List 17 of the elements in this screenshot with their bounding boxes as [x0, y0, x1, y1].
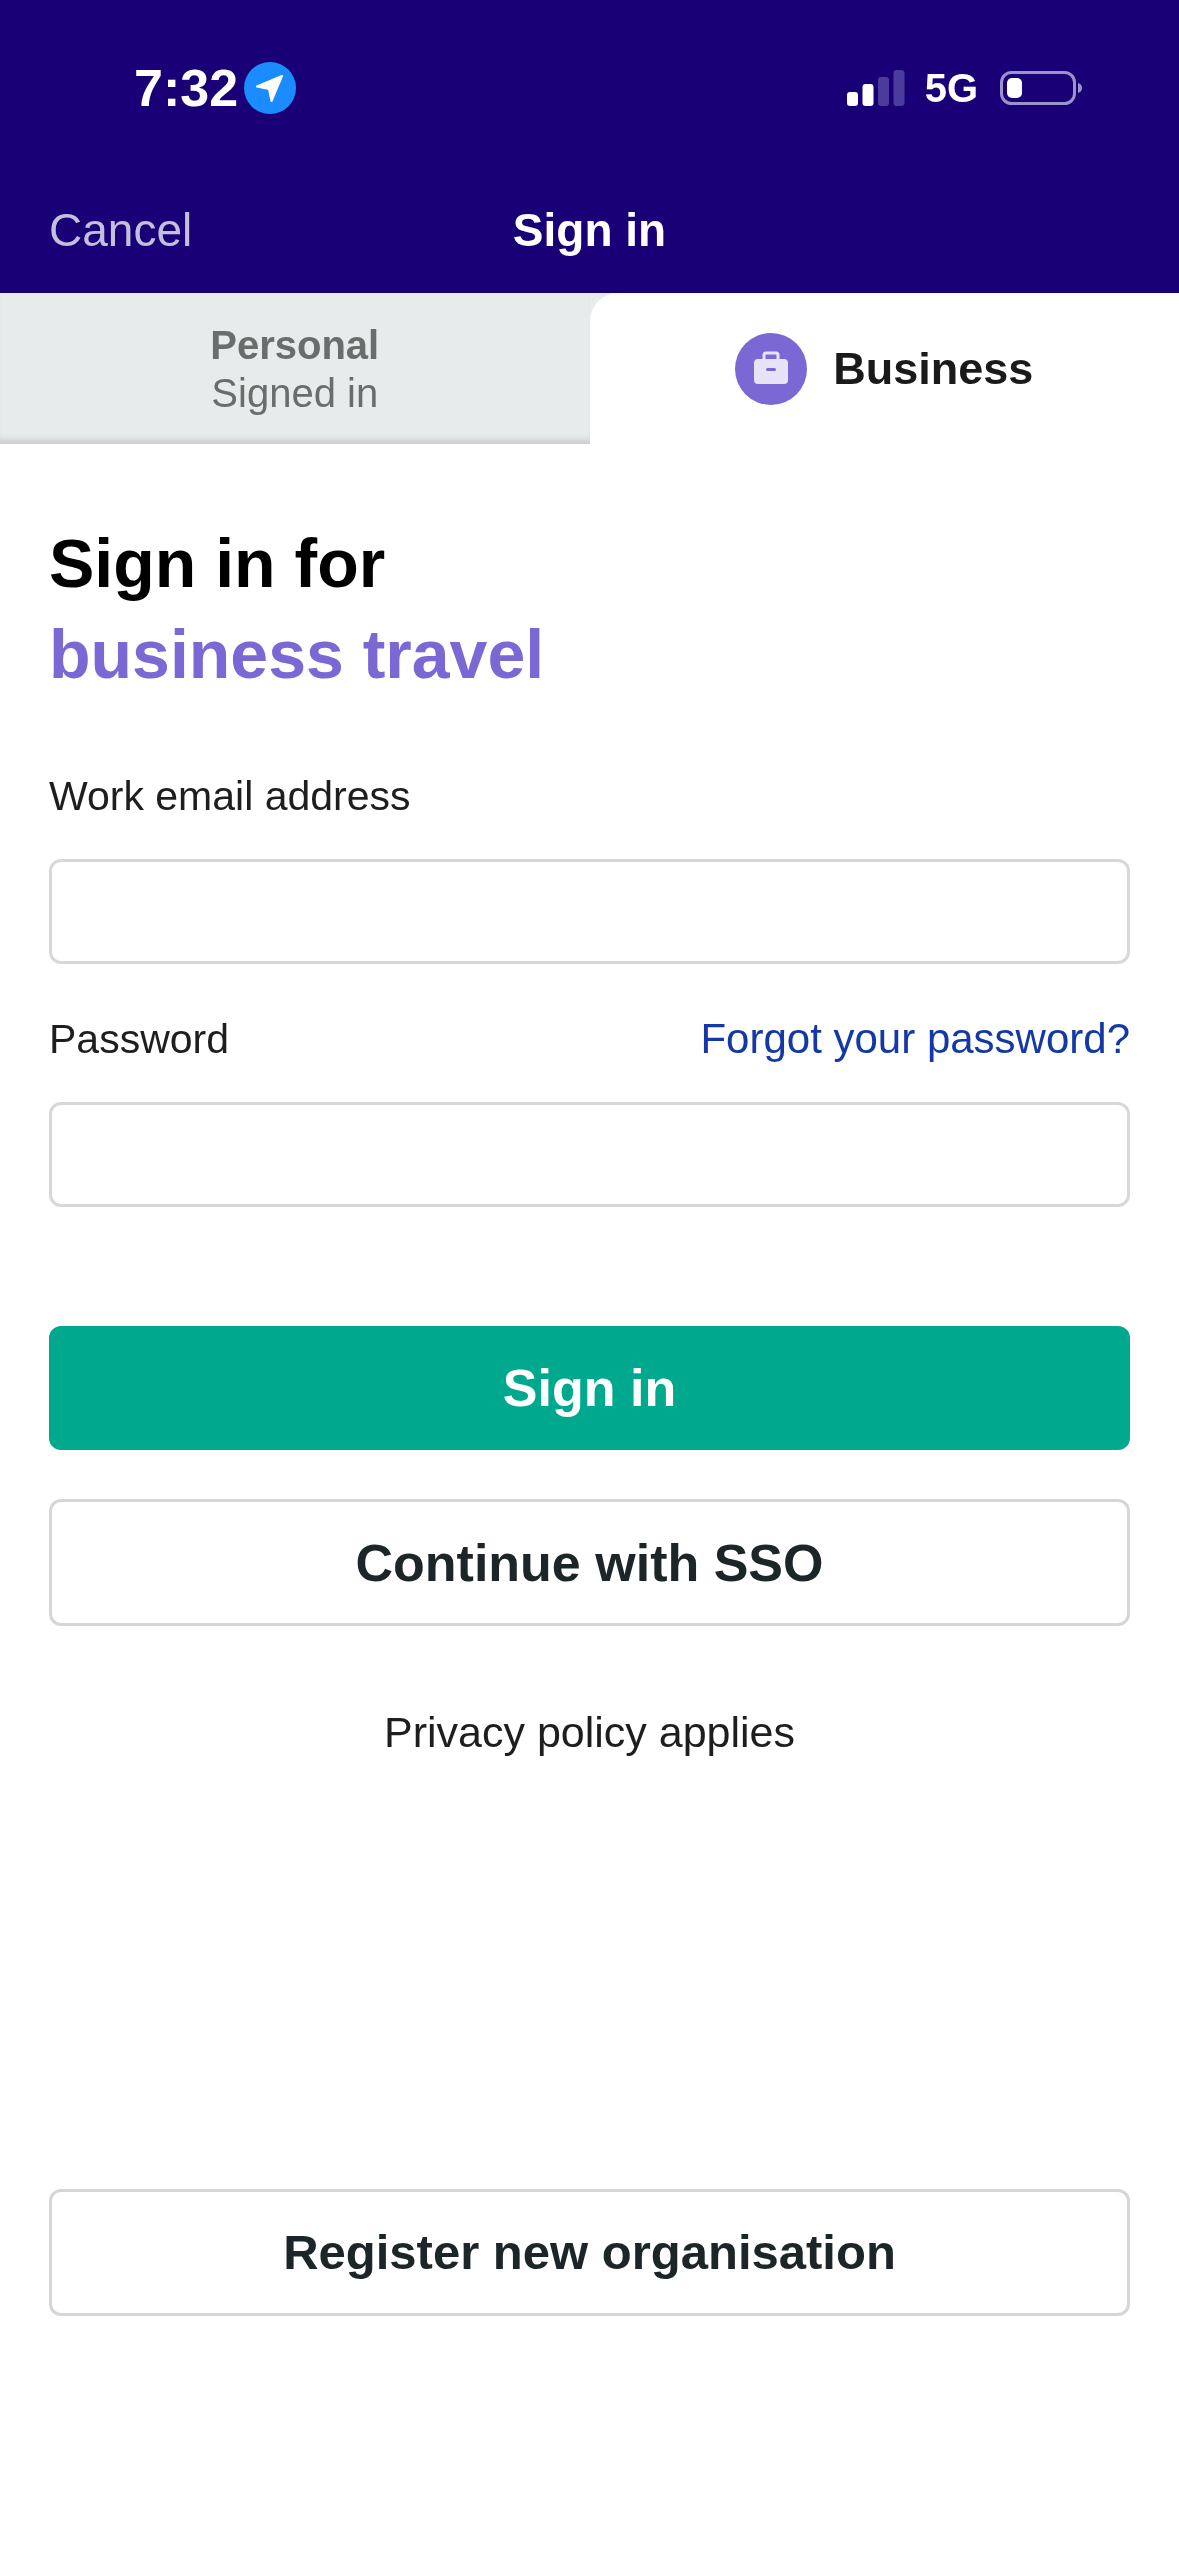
- heading-accent-text: business travel: [49, 615, 546, 694]
- field-label: Password: [49, 1015, 229, 1063]
- register-button[interactable]: Register new organisation: [49, 2189, 1130, 2316]
- cancel-button[interactable]: Cancel: [49, 206, 193, 253]
- sso-button[interactable]: Continue with SSO: [49, 1499, 1130, 1626]
- network-label: 5G: [924, 68, 978, 108]
- forgot-password-link[interactable]: Forgot your password?: [700, 1015, 1130, 1063]
- tab[interactable]: Business: [589, 293, 1179, 444]
- battery-icon: [1000, 71, 1082, 105]
- briefcase-icon: [735, 332, 808, 405]
- field-label: Work email address: [49, 772, 411, 820]
- heading-text: Sign in for: [49, 524, 387, 603]
- input-field[interactable]: [49, 859, 1130, 964]
- privacy-note: Privacy policy applies: [382, 1707, 797, 1757]
- signal-icon: [846, 70, 905, 106]
- status-time: 7:32: [134, 62, 239, 114]
- input-field[interactable]: [49, 1102, 1130, 1207]
